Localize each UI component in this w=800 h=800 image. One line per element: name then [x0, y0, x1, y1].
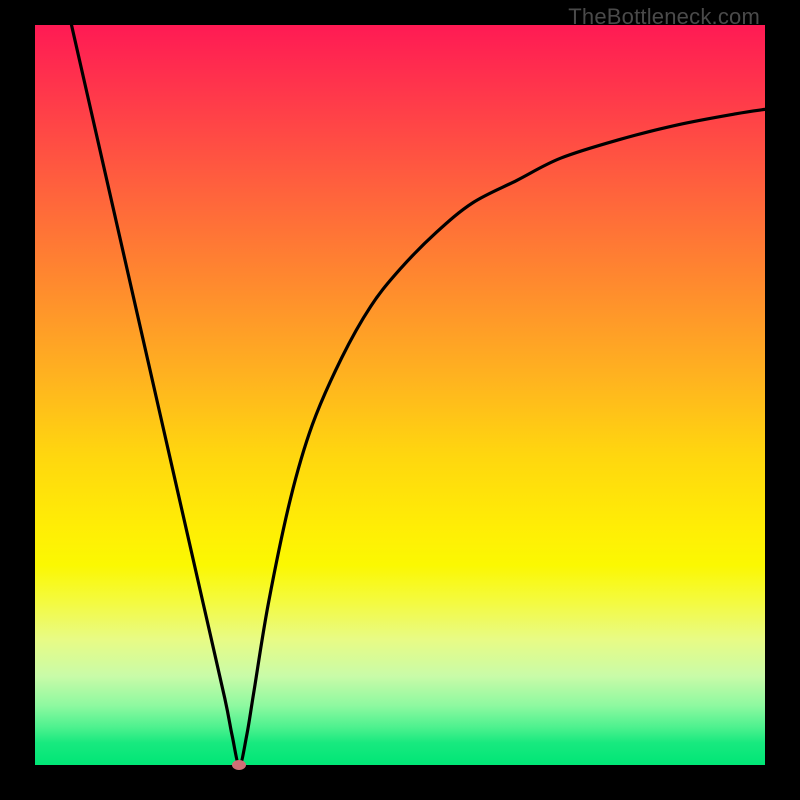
watermark-text: TheBottleneck.com: [568, 4, 760, 30]
bottleneck-curve: [72, 25, 766, 765]
chart-frame: TheBottleneck.com: [0, 0, 800, 800]
minimum-marker: [232, 760, 246, 770]
curve-svg: [35, 25, 765, 765]
plot-area: [35, 25, 765, 765]
